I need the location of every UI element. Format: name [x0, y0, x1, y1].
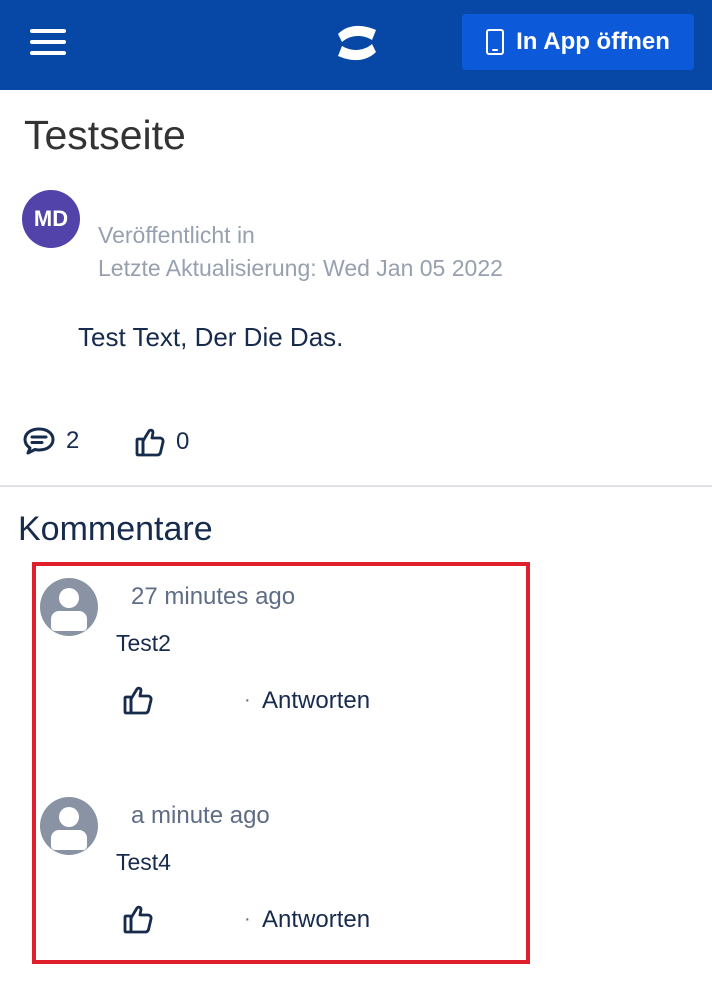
- user-avatar-icon: [40, 797, 98, 855]
- comment-icon: [23, 427, 55, 455]
- last-updated-text: Letzte Aktualisierung: Wed Jan 05 2022: [98, 255, 503, 281]
- comment-count-button[interactable]: 2: [22, 426, 79, 456]
- comment-item: a minute ago Test4 · Antworten: [0, 0, 712, 934]
- thumbs-up-icon[interactable]: [122, 684, 154, 716]
- separator-dot: ·: [244, 908, 251, 930]
- thumbs-up-icon[interactable]: [122, 903, 154, 935]
- comment-count: 2: [66, 427, 80, 454]
- comment-timestamp: 27 minutes ago: [131, 583, 296, 610]
- thumbs-up-icon: [135, 428, 165, 457]
- comments-section-title: Kommentare: [18, 510, 213, 548]
- like-count: 0: [176, 428, 190, 455]
- published-in-text: Veröffentlicht in: [98, 222, 255, 248]
- comment-text: Test2: [116, 630, 171, 656]
- highlight-annotation-box: [32, 562, 530, 964]
- comment-text: Test4: [116, 849, 171, 875]
- page-body-text: Test Text, Der Die Das.: [78, 322, 344, 352]
- separator-dot: ·: [244, 689, 251, 711]
- user-avatar-icon: [40, 578, 98, 636]
- comment-timestamp: a minute ago: [131, 802, 270, 829]
- like-count-button[interactable]: 0: [134, 426, 189, 458]
- reply-link[interactable]: Antworten: [262, 687, 370, 715]
- divider: [0, 485, 712, 487]
- reply-link[interactable]: Antworten: [262, 906, 370, 934]
